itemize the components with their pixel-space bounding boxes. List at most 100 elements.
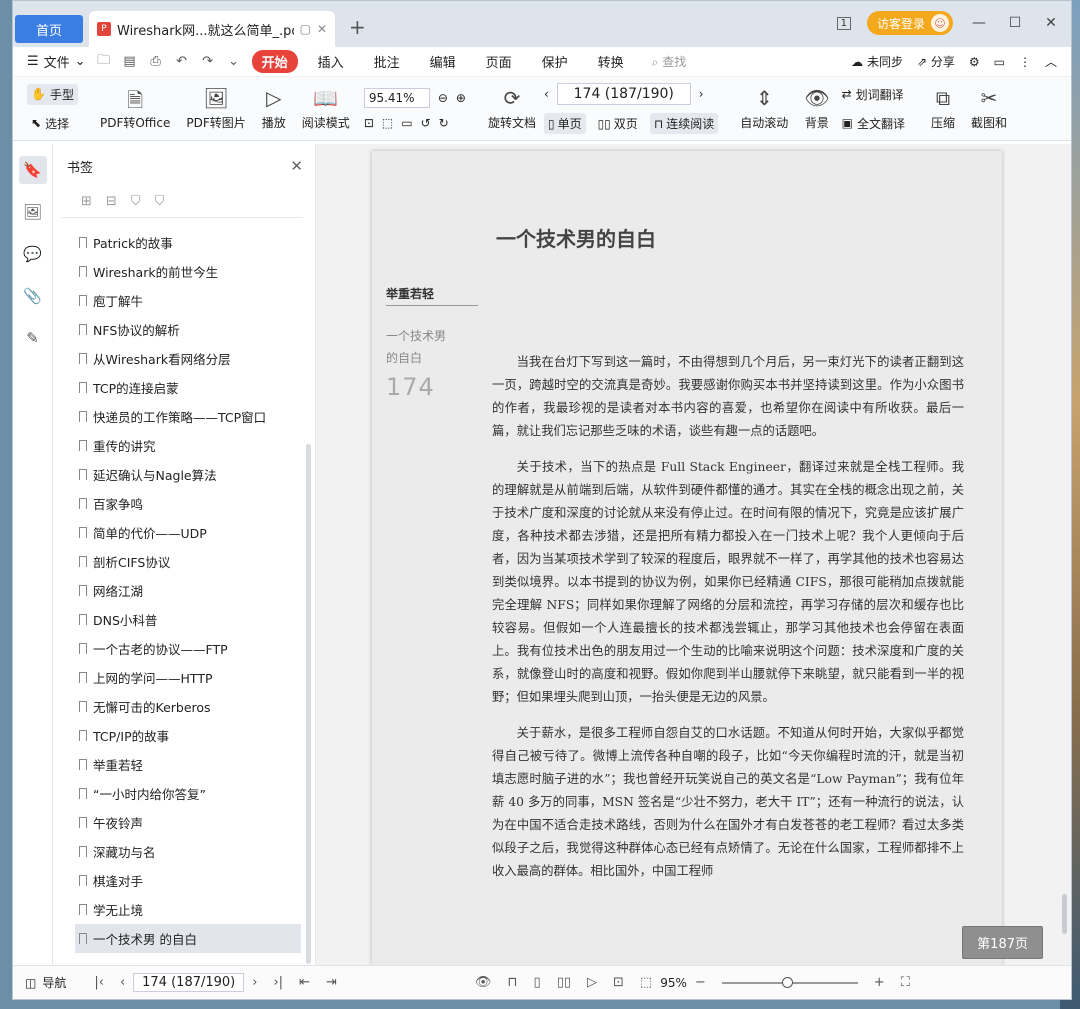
tab-page[interactable]: 页面 — [476, 52, 522, 71]
bookmark-item[interactable]: 深藏功与名 — [53, 837, 301, 866]
undo-icon[interactable]: ↶ — [174, 54, 190, 69]
last-page-icon[interactable]: ›| — [273, 975, 283, 990]
bookmark-item[interactable]: “一小时内给你答复” — [53, 779, 301, 808]
sync-button[interactable]: ☁ 未同步 — [851, 53, 903, 70]
bookmark-item[interactable]: DNS小科普 — [53, 605, 301, 634]
bookmark-item[interactable]: 一个技术男 的自白 — [75, 924, 301, 953]
double-status-icon[interactable]: ▯▯ — [557, 975, 571, 990]
rotate-document-button[interactable]: ⟳ 旋转文档 — [488, 86, 536, 131]
first-page-icon[interactable]: |‹ — [94, 975, 104, 990]
tab-convert[interactable]: 转换 — [588, 52, 634, 71]
fullscreen-icon[interactable]: ⛶ — [901, 975, 910, 990]
bookmark-item[interactable]: 举重若轻 — [53, 750, 301, 779]
add-bookmark-icon[interactable]: ⊞ — [81, 194, 92, 209]
continuous-read-button[interactable]: ⊓ 连续阅读 — [649, 113, 719, 134]
visitor-login-button[interactable]: 访客登录 ☺ — [866, 11, 953, 35]
tab-edit[interactable]: 编辑 — [420, 52, 466, 71]
bookmark-item[interactable]: 棋逢对手 — [53, 866, 301, 895]
delete-bookmark-icon[interactable]: ⊟ — [106, 194, 117, 209]
bookmark-item[interactable]: TCP的连接启蒙 — [53, 373, 301, 402]
bookmark-scrollbar[interactable] — [306, 444, 311, 964]
continuous-status-icon[interactable]: ⊓ — [507, 975, 517, 990]
bookmark-item[interactable]: 快递员的工作策略——TCP窗口 — [53, 402, 301, 431]
bookmark-item[interactable]: 剖析CIFS协议 — [53, 547, 301, 576]
zoom-in-icon[interactable]: ⊕ — [456, 91, 466, 105]
bookmark-item[interactable]: 百家争鸣 — [53, 489, 301, 518]
search-box[interactable]: ⌕ 查找 — [652, 53, 687, 70]
tab-insert[interactable]: 插入 — [308, 52, 354, 71]
more-icon[interactable]: ⌄ — [226, 54, 242, 69]
tab-annotate[interactable]: 批注 — [364, 52, 410, 71]
background-button[interactable]: 👁 背景 — [804, 86, 829, 131]
pin-icon[interactable]: ▢ — [300, 22, 311, 36]
eye-protect-icon[interactable]: 👁 — [475, 975, 492, 990]
play-button[interactable]: ▷ 播放 — [262, 86, 286, 131]
screenshot-button[interactable]: ✂ 截图和 — [971, 86, 1007, 131]
hand-tool-button[interactable]: ✋ 手型 — [27, 83, 78, 105]
bookmark-item[interactable]: 无懈可击的Kerberos — [53, 692, 301, 721]
open-folder-icon[interactable]: 🗀 — [96, 51, 112, 73]
fit-page-icon[interactable]: ⬚ — [382, 116, 393, 130]
collapse-ribbon-icon[interactable]: ︿ — [1045, 53, 1057, 70]
tab-protect[interactable]: 保护 — [532, 52, 578, 71]
read-mode-button[interactable]: 📖 阅读模式 — [302, 86, 350, 131]
bookmark-item[interactable]: 一个古老的协议——FTP — [53, 634, 301, 663]
file-menu[interactable]: ☰ 文件 ⌄ — [27, 52, 86, 71]
zoom-out-status-icon[interactable]: − — [695, 975, 706, 990]
new-bookmark-icon[interactable]: ⛉ — [131, 194, 141, 209]
actual-size-status-icon[interactable]: ⊡ — [613, 975, 624, 990]
close-tab-icon[interactable]: ✕ — [317, 22, 327, 36]
word-translate-button[interactable]: ⇄ 划词翻译 — [838, 84, 909, 105]
more-options-icon[interactable]: ⋮ — [1019, 55, 1031, 69]
pdf-to-office-button[interactable]: 🗎 PDF转Office — [100, 86, 170, 131]
compress-button[interactable]: ⧉ 压缩 — [931, 86, 955, 131]
bookmark-item[interactable]: TCP/IP的故事 — [53, 721, 301, 750]
single-status-icon[interactable]: ▯ — [534, 975, 541, 990]
bookmark-item[interactable]: 简单的代价——UDP — [53, 518, 301, 547]
prev-page-status-icon[interactable]: ‹ — [120, 975, 125, 990]
auto-scroll-button[interactable]: ⇕ 自动滚动 — [740, 86, 788, 131]
attachment-panel-icon[interactable]: 📎 — [19, 282, 47, 310]
zoom-out-icon[interactable]: ⊖ — [438, 91, 448, 105]
signature-panel-icon[interactable]: ✎ — [19, 324, 47, 352]
rotate-right-icon[interactable]: ↻ — [439, 116, 449, 130]
full-translate-button[interactable]: ▣ 全文翻译 — [838, 113, 909, 134]
next-page-icon[interactable]: › — [699, 87, 704, 101]
navigation-toggle[interactable]: ◫ 导航 — [25, 974, 66, 991]
fit-width-icon[interactable]: ▭ — [401, 116, 412, 130]
share-button[interactable]: ⇗ 分享 — [917, 53, 955, 70]
bookmark-item[interactable]: 庖丁解牛 — [53, 286, 301, 315]
close-window-icon[interactable]: ✕ — [1041, 15, 1061, 31]
zoom-in-status-icon[interactable]: + — [874, 975, 885, 990]
rotate-left-icon[interactable]: ↺ — [421, 116, 431, 130]
page-number-input[interactable]: 174 (187/190) — [556, 83, 691, 105]
print-icon[interactable]: ⎙ — [148, 54, 164, 69]
fit-page-status-icon[interactable]: ⬚ — [640, 975, 652, 990]
thumbnail-panel-icon[interactable]: 🖼 — [19, 198, 47, 226]
close-panel-icon[interactable]: ✕ — [290, 157, 303, 175]
bookmark-item[interactable]: 延迟确认与Nagle算法 — [53, 460, 301, 489]
bookmark-item[interactable]: 午夜铃声 — [53, 808, 301, 837]
bookmark-item[interactable]: 从Wireshark看网络分层 — [53, 344, 301, 373]
document-scrollbar[interactable] — [1062, 894, 1067, 934]
bookmark-item[interactable]: Patrick的故事 — [53, 228, 301, 257]
bookmark-item[interactable]: NFS协议的解析 — [53, 315, 301, 344]
bookmark-item[interactable]: Wireshark的前世今生 — [53, 257, 301, 286]
single-page-button[interactable]: ▯ 单页 — [543, 113, 586, 134]
settings-icon[interactable]: ⚙ — [969, 55, 980, 69]
zoom-select[interactable]: 95.41% — [363, 87, 430, 108]
comment-panel-icon[interactable]: 💬 — [19, 240, 47, 268]
actual-size-icon[interactable]: ⊡ — [364, 116, 374, 130]
double-page-button[interactable]: ▯▯ 双页 — [594, 113, 642, 134]
bookmark-item[interactable]: 重传的讲究 — [53, 431, 301, 460]
tab-home[interactable]: 首页 — [15, 15, 83, 43]
bookmark-icon[interactable]: ⛉ — [155, 194, 165, 209]
add-tab-icon[interactable]: + — [349, 15, 366, 39]
zoom-slider[interactable] — [721, 976, 858, 988]
minimize-icon[interactable]: — — [969, 15, 989, 31]
window-count-badge[interactable]: 1 — [836, 16, 851, 30]
redo-icon[interactable]: ↷ — [200, 54, 216, 69]
next-page-status-icon[interactable]: › — [252, 975, 257, 990]
pdf-to-image-button[interactable]: 🖼 PDF转图片 — [186, 86, 245, 131]
tab-start[interactable]: 开始 — [251, 50, 298, 73]
